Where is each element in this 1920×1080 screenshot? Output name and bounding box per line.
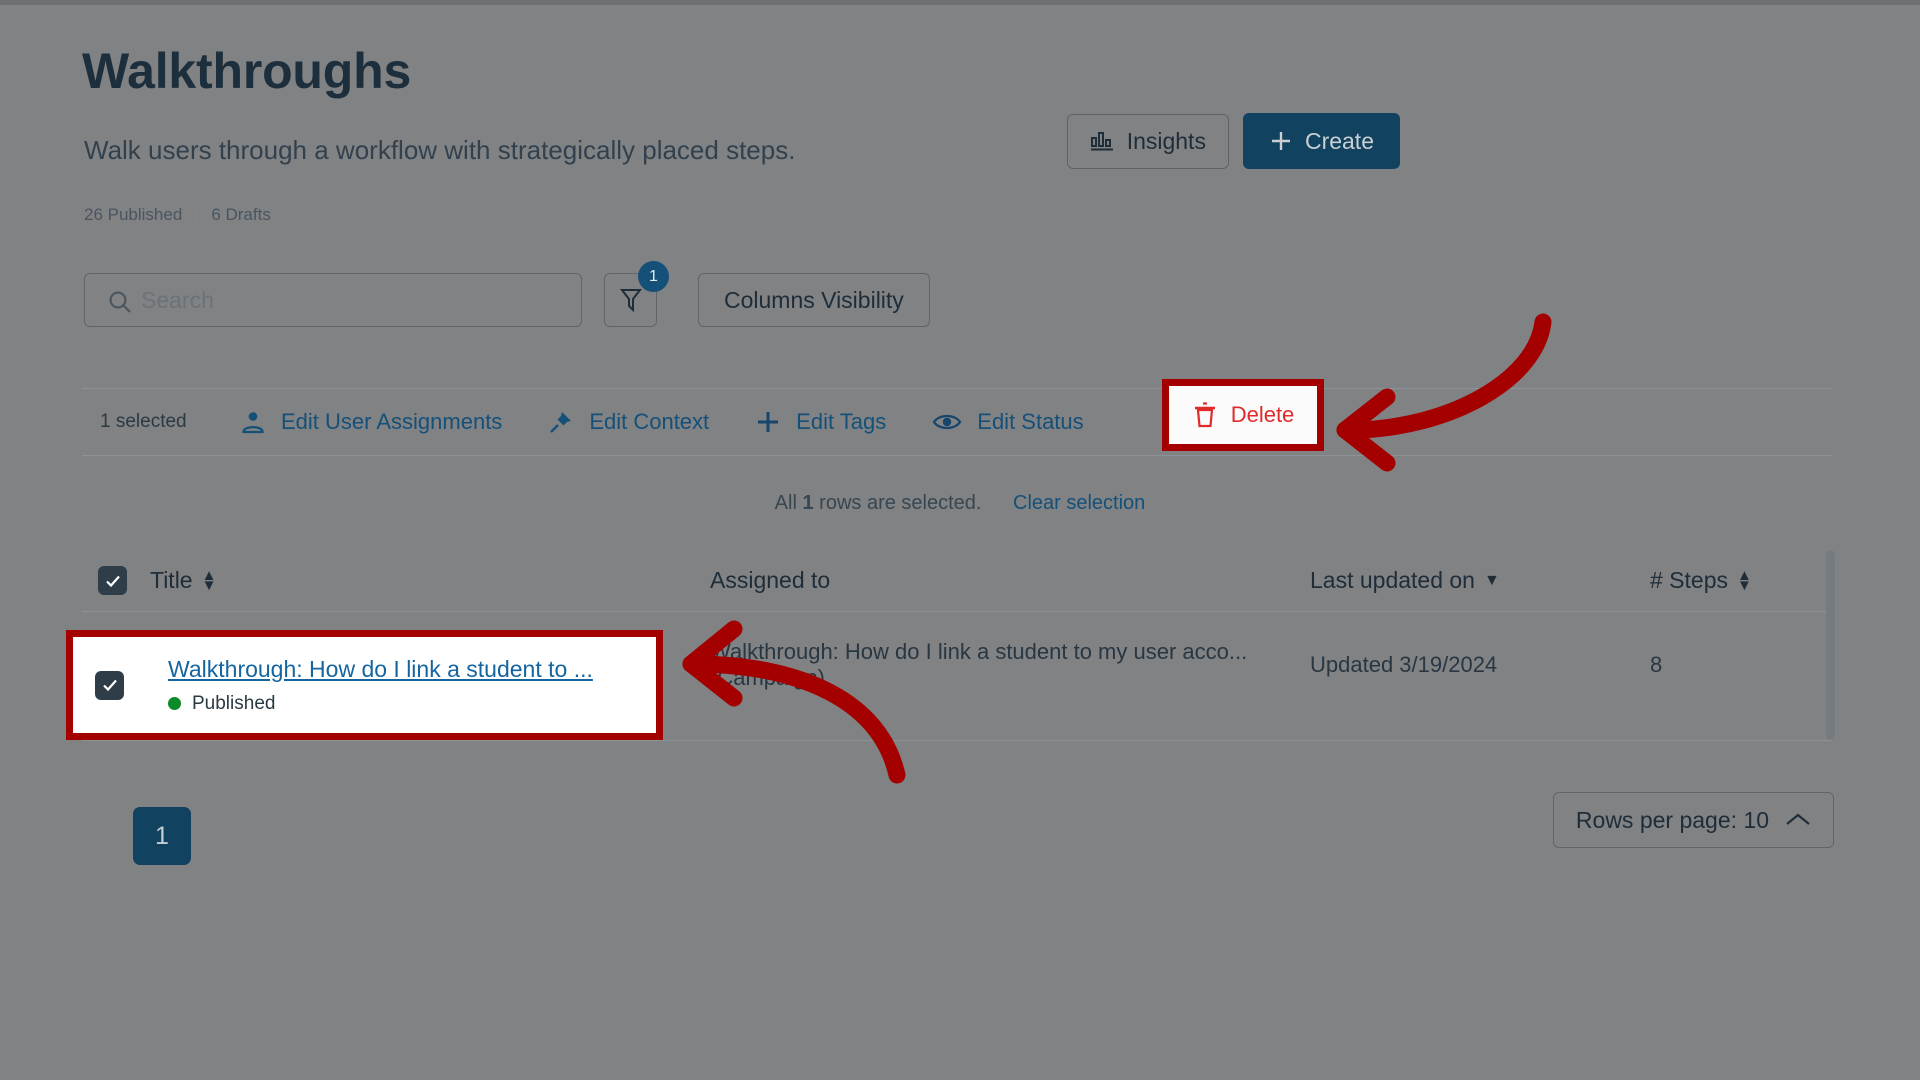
sort-desc-icon: ▼ (1483, 571, 1500, 589)
pin-icon (548, 409, 574, 435)
row-steps: 8 (1650, 652, 1663, 677)
table-row-divider (82, 740, 1832, 741)
create-button[interactable]: Create (1242, 113, 1400, 169)
table-header-row: Title ▲ ▼ Assigned to Last updated on ▼ #… (82, 550, 1832, 612)
trash-icon (1192, 401, 1218, 429)
drafts-count: 6 Drafts (211, 205, 271, 224)
bulk-action-bar: 1 selected Edit User Assignments Edit Co… (82, 388, 1832, 456)
page-1-button[interactable]: 1 (133, 807, 191, 865)
header-actions: Insights Create (1066, 113, 1400, 169)
edit-status-button[interactable]: Edit Status (932, 409, 1084, 435)
column-header-steps-label: # Steps (1650, 567, 1728, 593)
row-assigned-to: Walkthrough: How do I link a student to … (710, 639, 1248, 690)
status-dot-icon (168, 697, 181, 710)
plus-icon (1269, 129, 1293, 153)
delete-button[interactable]: Delete (1162, 379, 1324, 451)
selection-notice: All 1 rows are selected. Clear selection (0, 492, 1920, 515)
user-icon (240, 409, 266, 435)
page-backdrop: Walkthroughs Walk users through a workfl… (0, 0, 1920, 1080)
walkthrough-title-link[interactable]: Walkthrough: How do I link a student to … (168, 656, 593, 683)
filter-toolbar: 1 Columns Visibility (84, 261, 930, 327)
rows-per-page-label: Rows per page: 10 (1575, 806, 1769, 833)
column-header-title[interactable]: Title ▲ ▼ (150, 567, 710, 594)
edit-context-label: Edit Context (589, 409, 710, 434)
table-vertical-scrollbar[interactable] (1826, 550, 1835, 740)
edit-context-button[interactable]: Edit Context (548, 409, 709, 435)
selection-suffix: rows are selected. (819, 492, 982, 514)
filter-control: 1 (604, 261, 669, 327)
clear-selection-link[interactable]: Clear selection (1013, 492, 1145, 514)
column-header-assigned-to-label: Assigned to (710, 567, 831, 593)
edit-tags-button[interactable]: Edit Tags (755, 409, 886, 435)
edit-tags-label: Edit Tags (796, 409, 887, 434)
sort-both-icon: ▲ ▼ (201, 567, 217, 594)
row-checkbox[interactable] (95, 670, 124, 700)
toolbar-divider (681, 280, 682, 320)
insights-button[interactable]: Insights (1066, 113, 1229, 169)
select-all-cell (82, 566, 150, 595)
page-subtitle: Walk users through a workflow with strat… (84, 135, 796, 165)
top-edge-strip (0, 0, 1920, 5)
selected-count-label: 1 selected (100, 411, 187, 432)
search-box[interactable] (84, 273, 582, 327)
row-last-updated: Updated 3/19/2024 (1310, 652, 1498, 677)
selection-prefix: All (774, 492, 797, 514)
selection-count: 1 (802, 492, 814, 514)
column-header-last-updated[interactable]: Last updated on ▼ (1310, 567, 1650, 594)
column-header-steps[interactable]: # Steps ▲ ▼ (1650, 567, 1830, 594)
content-counts: 26 Published 6 Drafts (84, 205, 271, 225)
filter-count-badge: 1 (638, 261, 669, 292)
row-title-group: Walkthrough: How do I link a student to … (168, 656, 593, 715)
sort-both-icon: ▲ ▼ (1737, 567, 1752, 594)
published-count: 26 Published (84, 205, 183, 224)
insights-label: Insights (1126, 127, 1206, 154)
status-label: Published (192, 692, 276, 714)
columns-visibility-button[interactable]: Columns Visibility (698, 273, 930, 327)
edit-user-assignments-label: Edit User Assignments (281, 409, 503, 434)
search-input[interactable] (141, 286, 551, 314)
eye-icon (932, 411, 962, 433)
create-label: Create (1304, 127, 1374, 154)
rows-per-page-button[interactable]: Rows per page: 10 (1552, 792, 1834, 848)
status-badge: Published (168, 693, 593, 715)
edit-user-assignments-button[interactable]: Edit User Assignments (240, 409, 502, 435)
funnel-icon (618, 286, 644, 314)
counts-divider (196, 207, 198, 223)
column-header-assigned-to[interactable]: Assigned to (710, 567, 1310, 594)
column-header-last-updated-label: Last updated on (1310, 567, 1475, 593)
highlighted-row-title-cell[interactable]: Walkthrough: How do I link a student to … (66, 630, 663, 740)
edit-status-label: Edit Status (977, 409, 1084, 434)
plus-icon (755, 409, 781, 435)
select-all-checkbox[interactable] (98, 566, 127, 595)
delete-label: Delete (1230, 402, 1295, 427)
search-icon (107, 289, 133, 320)
bar-chart-icon (1090, 130, 1114, 152)
column-header-title-label: Title (150, 567, 193, 593)
chevron-up-icon (1785, 812, 1811, 828)
page-title: Walkthroughs (82, 43, 412, 99)
